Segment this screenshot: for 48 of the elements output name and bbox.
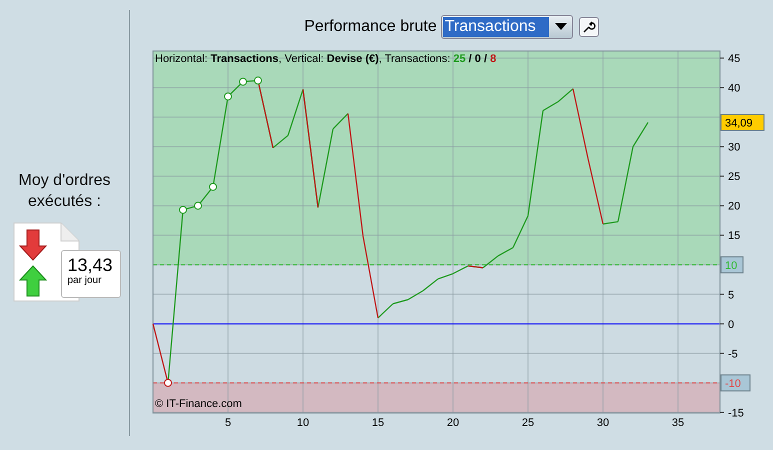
y-tick-label: 25 [720, 171, 740, 184]
y-tick-label: -15 [720, 407, 744, 420]
x-tick-label: 20 [446, 417, 460, 429]
point [164, 378, 172, 387]
y-tick-label: 40 [720, 82, 740, 95]
x-tick-label: 30 [596, 417, 610, 429]
point [209, 182, 217, 191]
y-tick-label: -15 [728, 407, 744, 420]
average-orders-label: Moy d'ordres exécutés : [18, 171, 112, 212]
metric-dropdown[interactable]: Transactions [440, 15, 573, 39]
chart-legend: Horizontal: Transactions, Vertical: Devise (€), Transactions: 25 / 0 / 8 [155, 53, 496, 65]
y-tick-label: 30 [720, 142, 740, 154]
y-tick-label: -5 [720, 348, 738, 360]
x-tick-label: 5 [224, 417, 232, 429]
y-tick-label: 30 [728, 142, 740, 154]
point [194, 202, 202, 210]
y-tick-label: 5 [720, 289, 734, 302]
last-value-badge: 34,09 [720, 114, 764, 131]
point [179, 206, 187, 214]
y-tick-label: 20 [720, 200, 740, 213]
y-tick-label: 15 [720, 230, 740, 242]
y-tick-label: 45 [728, 53, 740, 66]
y-tick-label: 40 [728, 82, 740, 95]
copyright-text: © IT-Finance.com [155, 398, 242, 410]
point [224, 92, 232, 100]
unit-label: par jour [68, 275, 102, 286]
y-tick-label: 0 [720, 318, 734, 331]
point [239, 78, 247, 86]
y-tick-label: -5 [728, 348, 738, 360]
x-tick-label: 35 [672, 417, 684, 429]
performance-title: Performance brute [304, 18, 437, 36]
upper-threshold-badge: 10 [720, 256, 744, 274]
wrench-icon [582, 20, 596, 34]
x-tick-label: 15 [372, 417, 384, 429]
y-tick-label: 25 [728, 171, 740, 184]
y-tick-label: 20 [728, 200, 740, 213]
average-value: 13,43 [68, 255, 114, 275]
ref-line-label: -10 [725, 378, 741, 390]
ref-line-label: 10 [725, 260, 738, 272]
x-tick-label: 25 [522, 417, 534, 429]
x-tick-label: 10 [296, 417, 310, 429]
y-tick-label: 0 [728, 318, 734, 331]
y-tick-label: 45 [720, 53, 740, 66]
settings-button[interactable] [578, 17, 599, 37]
y-tick-label: 15 [728, 230, 740, 242]
lower-threshold-badge: -10 [720, 374, 750, 392]
y-tick-label: 5 [728, 289, 734, 302]
point [254, 76, 262, 85]
